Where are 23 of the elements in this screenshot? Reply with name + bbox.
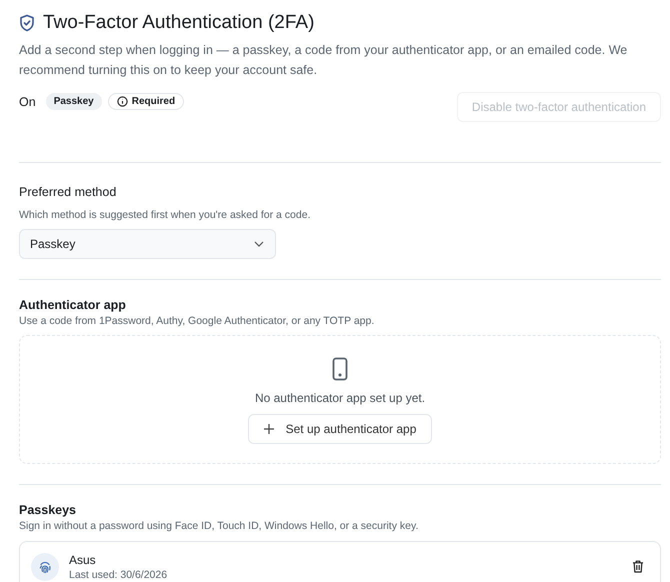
page-description: Add a second step when logging in — a passkey, a code from your authenticator app, or an emailed code. We recommend turning this on to keep your account safe. (19, 42, 628, 79)
badge-label: Required (132, 96, 176, 107)
shield-icon (19, 14, 35, 32)
info-icon (116, 96, 128, 107)
section-description: Which method is suggested first when you're asked for a code. (19, 209, 312, 221)
setup-authenticator-button[interactable]: Set up authenticator app (248, 414, 432, 444)
empty-message: No authenticator app set up yet. (254, 391, 426, 405)
section-description: Use a code from 1Password, Authy, Google Authenticator, or any TOTP app. (19, 315, 376, 327)
section-title: Authenticator app (19, 298, 127, 312)
section-title: Passkeys (19, 503, 78, 517)
fingerprint-icon (31, 552, 59, 580)
status-label: On (19, 94, 36, 108)
page-title: Two-Factor Authentication (2FA) (43, 12, 314, 34)
delete-icon[interactable] (630, 558, 646, 575)
method-badge: Passkey (46, 93, 102, 110)
phone-icon (332, 357, 348, 381)
section-description: Sign in without a password using Face ID, Touch ID, Windows Hello, or a security key. (19, 520, 420, 532)
section-title: Preferred method (19, 185, 118, 199)
plus-icon (264, 424, 274, 434)
chevron-down-icon (254, 241, 264, 247)
passkey-name: Asus (69, 552, 97, 566)
method-select[interactable]: Passkey (19, 229, 276, 259)
passkey-last-used: Last used: 30/6/2026 (69, 568, 168, 580)
